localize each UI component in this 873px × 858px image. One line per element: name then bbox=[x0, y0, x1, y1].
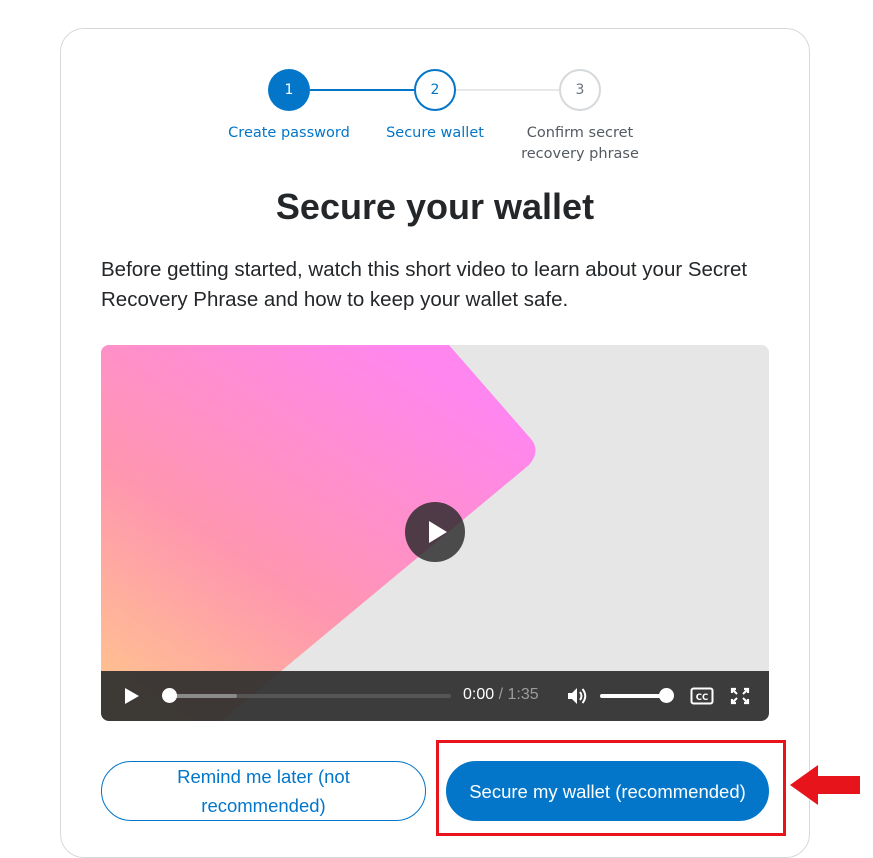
remind-me-later-button[interactable]: Remind me later (not recommended) bbox=[101, 761, 426, 821]
play-icon[interactable] bbox=[123, 687, 141, 705]
stepper-line-pending bbox=[455, 89, 561, 91]
svg-text:CC: CC bbox=[696, 693, 708, 703]
step-2-label: Secure wallet bbox=[386, 125, 484, 141]
progress-buffered bbox=[167, 694, 237, 698]
step-1-circle: 1 bbox=[268, 69, 310, 111]
duration: 1:35 bbox=[507, 686, 539, 703]
page-title: Secure your wallet bbox=[275, 186, 595, 227]
progress-handle[interactable] bbox=[162, 688, 177, 703]
video-player[interactable]: 0:00 / 1:35 CC bbox=[101, 345, 769, 721]
progress-bar[interactable] bbox=[167, 694, 451, 698]
video-controls: 0:00 / 1:35 CC bbox=[101, 671, 769, 721]
time-display: 0:00 / 1:35 bbox=[463, 686, 539, 704]
step-1-label: Create password bbox=[228, 125, 350, 141]
step-3-circle: 3 bbox=[559, 69, 601, 111]
pointer-arrow-icon bbox=[790, 765, 860, 805]
page-description: Before getting started, watch this short… bbox=[101, 258, 748, 311]
volume-handle[interactable] bbox=[659, 688, 674, 703]
highlight-box bbox=[436, 740, 786, 836]
stepper-line-completed bbox=[309, 89, 415, 91]
volume-slider[interactable] bbox=[600, 694, 667, 698]
current-time: 0:00 bbox=[463, 686, 495, 703]
time-separator: / bbox=[498, 686, 504, 703]
fullscreen-icon[interactable] bbox=[730, 687, 750, 705]
play-overlay-button[interactable] bbox=[405, 502, 465, 562]
step-2-circle: 2 bbox=[414, 69, 456, 111]
volume-icon[interactable] bbox=[567, 686, 589, 706]
closed-captions-icon[interactable]: CC bbox=[690, 687, 714, 705]
step-3-label: Confirm secret recovery phrase bbox=[521, 125, 639, 162]
